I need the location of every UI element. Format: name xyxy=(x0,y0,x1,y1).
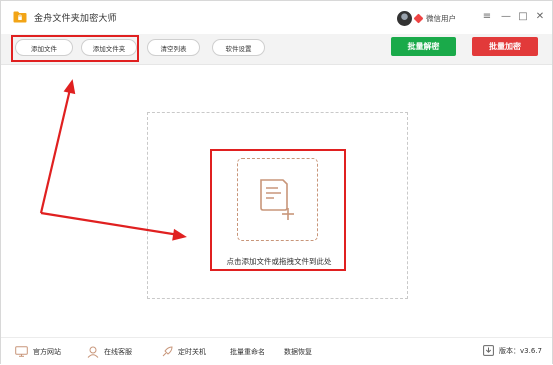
menu-icon[interactable]: ≡ xyxy=(480,9,494,23)
website-label[interactable]: 官方网站 xyxy=(33,347,61,357)
settings-button[interactable]: 软件设置 xyxy=(212,39,265,56)
version-label: 版本：v3.6.7 xyxy=(499,346,542,355)
maximize-icon[interactable]: □ xyxy=(516,9,530,23)
data-recovery-label[interactable]: 数据恢复 xyxy=(284,347,312,357)
vip-diamond-icon xyxy=(413,13,424,23)
online-service-label[interactable]: 在线客服 xyxy=(104,347,132,357)
batch-encrypt-button[interactable]: 批量加密 xyxy=(472,37,538,56)
batch-rename-link[interactable]: 批量重命名 xyxy=(230,345,265,358)
online-service-link[interactable]: 在线客服 xyxy=(87,345,132,358)
monitor-icon xyxy=(15,346,28,357)
minimize-icon[interactable]: — xyxy=(499,9,513,23)
clear-list-button[interactable]: 清空列表 xyxy=(147,39,200,56)
title-bar: 金舟文件夹加密大师 微信用户 ≡ — □ ✕ xyxy=(1,1,552,34)
avatar[interactable] xyxy=(397,10,412,26)
app-window: 金舟文件夹加密大师 微信用户 ≡ — □ ✕ 添加文件 添加文件夹 清空列表 软… xyxy=(0,0,553,364)
data-recovery-link[interactable]: 数据恢复 xyxy=(284,345,312,358)
close-icon[interactable]: ✕ xyxy=(533,9,547,23)
user-account[interactable]: 微信用户 xyxy=(397,10,456,26)
download-icon xyxy=(483,345,494,356)
official-website-link[interactable]: 官方网站 xyxy=(15,345,61,358)
rocket-icon xyxy=(162,345,173,356)
version-info[interactable]: 版本：v3.6.7 xyxy=(483,345,542,356)
batch-decrypt-button[interactable]: 批量解密 xyxy=(391,37,456,56)
status-bar: 官方网站 在线客服 定时关机 批量重命名 数据恢复 版本：v3.6.7 xyxy=(1,337,552,364)
folder-lock-logo-icon xyxy=(13,11,27,23)
app-title: 金舟文件夹加密大师 xyxy=(34,14,117,24)
customer-service-icon xyxy=(87,346,99,358)
batch-rename-label[interactable]: 批量重命名 xyxy=(230,347,265,357)
annotation-box-dropzone xyxy=(210,149,346,271)
annotation-box-add-buttons xyxy=(11,35,139,62)
scheduled-shutdown-label[interactable]: 定时关机 xyxy=(178,347,206,357)
user-name[interactable]: 微信用户 xyxy=(426,13,456,24)
scheduled-shutdown-link[interactable]: 定时关机 xyxy=(161,345,206,358)
